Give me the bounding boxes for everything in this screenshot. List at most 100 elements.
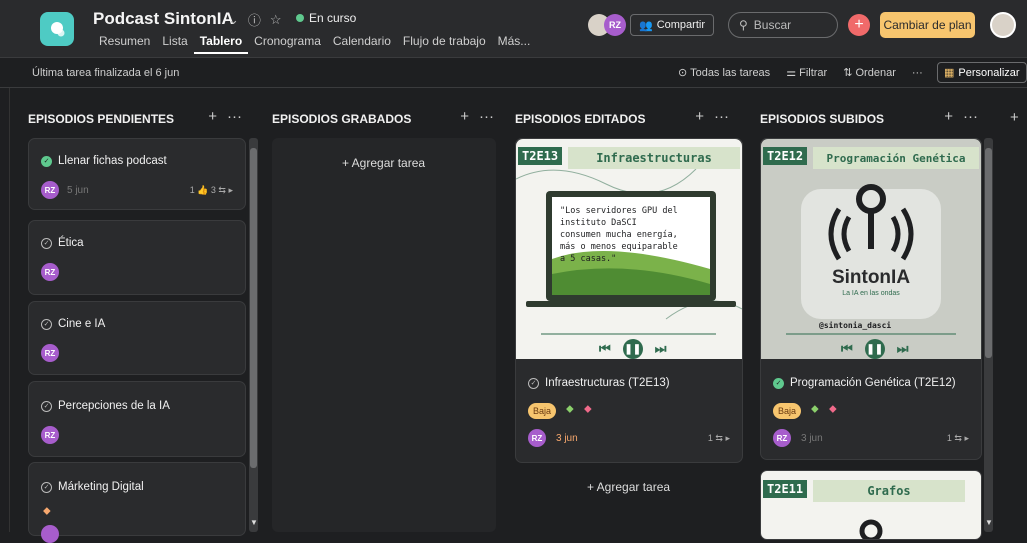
column-body: [272, 138, 496, 532]
task-title: Márketing Digital: [58, 481, 144, 493]
skip-forward-icon: ⏭: [896, 341, 909, 356]
cover-quote: "Los servidores GPU del instituto DaSCI …: [560, 206, 678, 264]
task-title: Cine e IA: [58, 318, 106, 330]
tab-flujo-de-trabajo[interactable]: Flujo de trabajo: [397, 34, 492, 54]
avatar[interactable]: RZ: [41, 263, 59, 281]
add-task-button[interactable]: + Agregar tarea: [587, 480, 670, 494]
more-icon[interactable]: ···: [963, 108, 978, 125]
sort-icon: ⇅: [843, 67, 856, 79]
tab-cronograma[interactable]: Cronograma: [248, 34, 327, 54]
avatar[interactable]: [41, 525, 59, 543]
task-meta[interactable]: 1 ⇆ ▸: [947, 433, 969, 444]
check-circle-icon[interactable]: ✓: [41, 237, 52, 249]
cover-title: Infraestructuras: [568, 147, 740, 169]
cover-image: T2E12 Programación Genética SintonIA La …: [761, 139, 981, 359]
avatar[interactable]: RZ: [773, 429, 791, 447]
check-circle-icon[interactable]: ✓: [528, 377, 539, 389]
user-avatar[interactable]: [990, 12, 1016, 38]
top-bar: Podcast SintonIA ⌄ ⓘ ☆ En curso Resumen …: [0, 0, 1027, 58]
all-tasks-button[interactable]: ⊙ Todas las tareas: [678, 66, 770, 79]
tag-icon: ⬥: [566, 403, 574, 415]
tag-icon: ⬥: [584, 403, 592, 415]
tab-mas[interactable]: Más...: [492, 34, 537, 54]
pause-icon: ❚❚: [864, 339, 885, 359]
add-column-icon[interactable]: +: [1010, 109, 1019, 126]
more-icon[interactable]: ···: [227, 108, 242, 125]
add-icon[interactable]: +: [944, 108, 953, 125]
tag-icon: ⬥: [829, 403, 837, 415]
project-title[interactable]: Podcast SintonIA: [93, 9, 234, 29]
member-avatars[interactable]: RZ: [588, 14, 626, 36]
skip-back-icon: ⏮: [841, 341, 853, 356]
info-icon[interactable]: ⓘ: [248, 10, 261, 29]
avatar[interactable]: RZ: [528, 429, 546, 447]
tab-tablero[interactable]: Tablero: [193, 34, 249, 54]
due-date: 5 jun: [67, 185, 89, 196]
scrollbar-thumb[interactable]: [985, 148, 992, 358]
scrollbar[interactable]: ▼: [249, 138, 258, 532]
avatar[interactable]: RZ: [41, 426, 59, 444]
check-circle-icon[interactable]: ✓: [41, 481, 52, 493]
task-card[interactable]: ✓ Cine e IA RZ: [28, 301, 246, 375]
task-card[interactable]: ✓ Percepciones de la IA RZ: [28, 381, 246, 457]
add-icon[interactable]: +: [460, 108, 469, 125]
checkmark-icon[interactable]: ✓: [41, 155, 52, 167]
search-input[interactable]: ⚲ Buscar: [728, 12, 838, 38]
task-title: Ética: [58, 237, 84, 249]
upgrade-button[interactable]: Cambiar de plan: [880, 12, 975, 38]
tag-icon: ⬥: [811, 403, 819, 415]
check-circle-icon: ⊙: [678, 67, 691, 79]
scroll-down-icon[interactable]: ▼: [250, 518, 258, 527]
star-icon[interactable]: ☆: [270, 12, 282, 28]
add-task-button[interactable]: + Agregar tarea: [342, 156, 425, 170]
scrollbar-thumb[interactable]: [250, 148, 257, 468]
more-icon[interactable]: ···: [714, 108, 729, 125]
scroll-down-icon[interactable]: ▼: [985, 518, 993, 527]
more-icon[interactable]: ···: [479, 108, 494, 125]
share-button[interactable]: 👥 Compartir: [630, 14, 714, 36]
task-card[interactable]: ✓ Llenar fichas podcast RZ 5 jun 1 👍 3 ⇆…: [28, 138, 246, 210]
create-button[interactable]: +: [848, 14, 870, 36]
sort-button[interactable]: ⇅ Ordenar: [843, 66, 896, 79]
add-icon[interactable]: +: [208, 108, 217, 125]
check-circle-icon[interactable]: ✓: [41, 318, 52, 330]
task-title: Percepciones de la IA: [58, 400, 170, 412]
check-circle-icon[interactable]: ✓: [41, 400, 52, 412]
add-icon[interactable]: +: [695, 108, 704, 125]
skip-forward-icon: ⏭: [654, 341, 667, 356]
checkmark-icon[interactable]: ✓: [773, 377, 784, 389]
last-task-info: Última tarea finalizada el 6 jun: [32, 67, 180, 79]
skip-back-icon: ⏮: [599, 341, 611, 356]
pause-icon: ❚❚: [622, 339, 643, 359]
tab-calendario[interactable]: Calendario: [327, 34, 397, 54]
task-meta[interactable]: 1 ⇆ ▸: [708, 433, 730, 444]
task-card[interactable]: ✓ Márketing Digital ⬥: [28, 462, 246, 543]
cover-decoration: [859, 519, 883, 539]
due-date: 3 jun: [801, 433, 823, 444]
tab-lista[interactable]: Lista: [156, 34, 193, 54]
task-card[interactable]: ✓ Ética RZ: [28, 220, 246, 295]
project-icon[interactable]: [40, 12, 74, 46]
project-status[interactable]: En curso: [296, 11, 356, 25]
priority-badge[interactable]: Baja: [773, 403, 802, 419]
avatar: RZ: [604, 14, 626, 36]
audio-player: ⏮ ❚❚ ⏭: [599, 339, 666, 359]
tab-resumen[interactable]: Resumen: [93, 34, 156, 54]
column-episodios-grabados: EPISODIOS GRABADOS + ··· + Agregar tarea: [272, 88, 500, 532]
audio-player: ⏮ ❚❚ ⏭: [841, 339, 908, 359]
filter-button[interactable]: ⚌ Filtrar: [786, 66, 827, 79]
scrollbar[interactable]: ▼: [984, 138, 993, 532]
customize-button[interactable]: ▦ Personalizar: [937, 62, 1027, 83]
avatar[interactable]: RZ: [41, 344, 59, 362]
column-episodios-pendientes: EPISODIOS PENDIENTES + ··· ✓ Llenar fich…: [28, 88, 258, 543]
task-card[interactable]: T2E12 Programación Genética SintonIA La …: [760, 138, 982, 460]
grid-icon: ▦: [944, 67, 955, 79]
chevron-down-icon[interactable]: ⌄: [228, 12, 239, 28]
avatar[interactable]: RZ: [41, 181, 59, 199]
more-options-button[interactable]: ···: [912, 67, 923, 79]
episode-code: T2E13: [518, 147, 563, 165]
task-card[interactable]: T2E11 Grafos: [760, 470, 982, 540]
task-card[interactable]: T2E13 Infraestructuras "Los servidores G…: [515, 138, 743, 463]
task-meta[interactable]: 1 👍 3 ⇆ ▸: [190, 185, 233, 196]
priority-badge[interactable]: Baja: [528, 403, 557, 419]
